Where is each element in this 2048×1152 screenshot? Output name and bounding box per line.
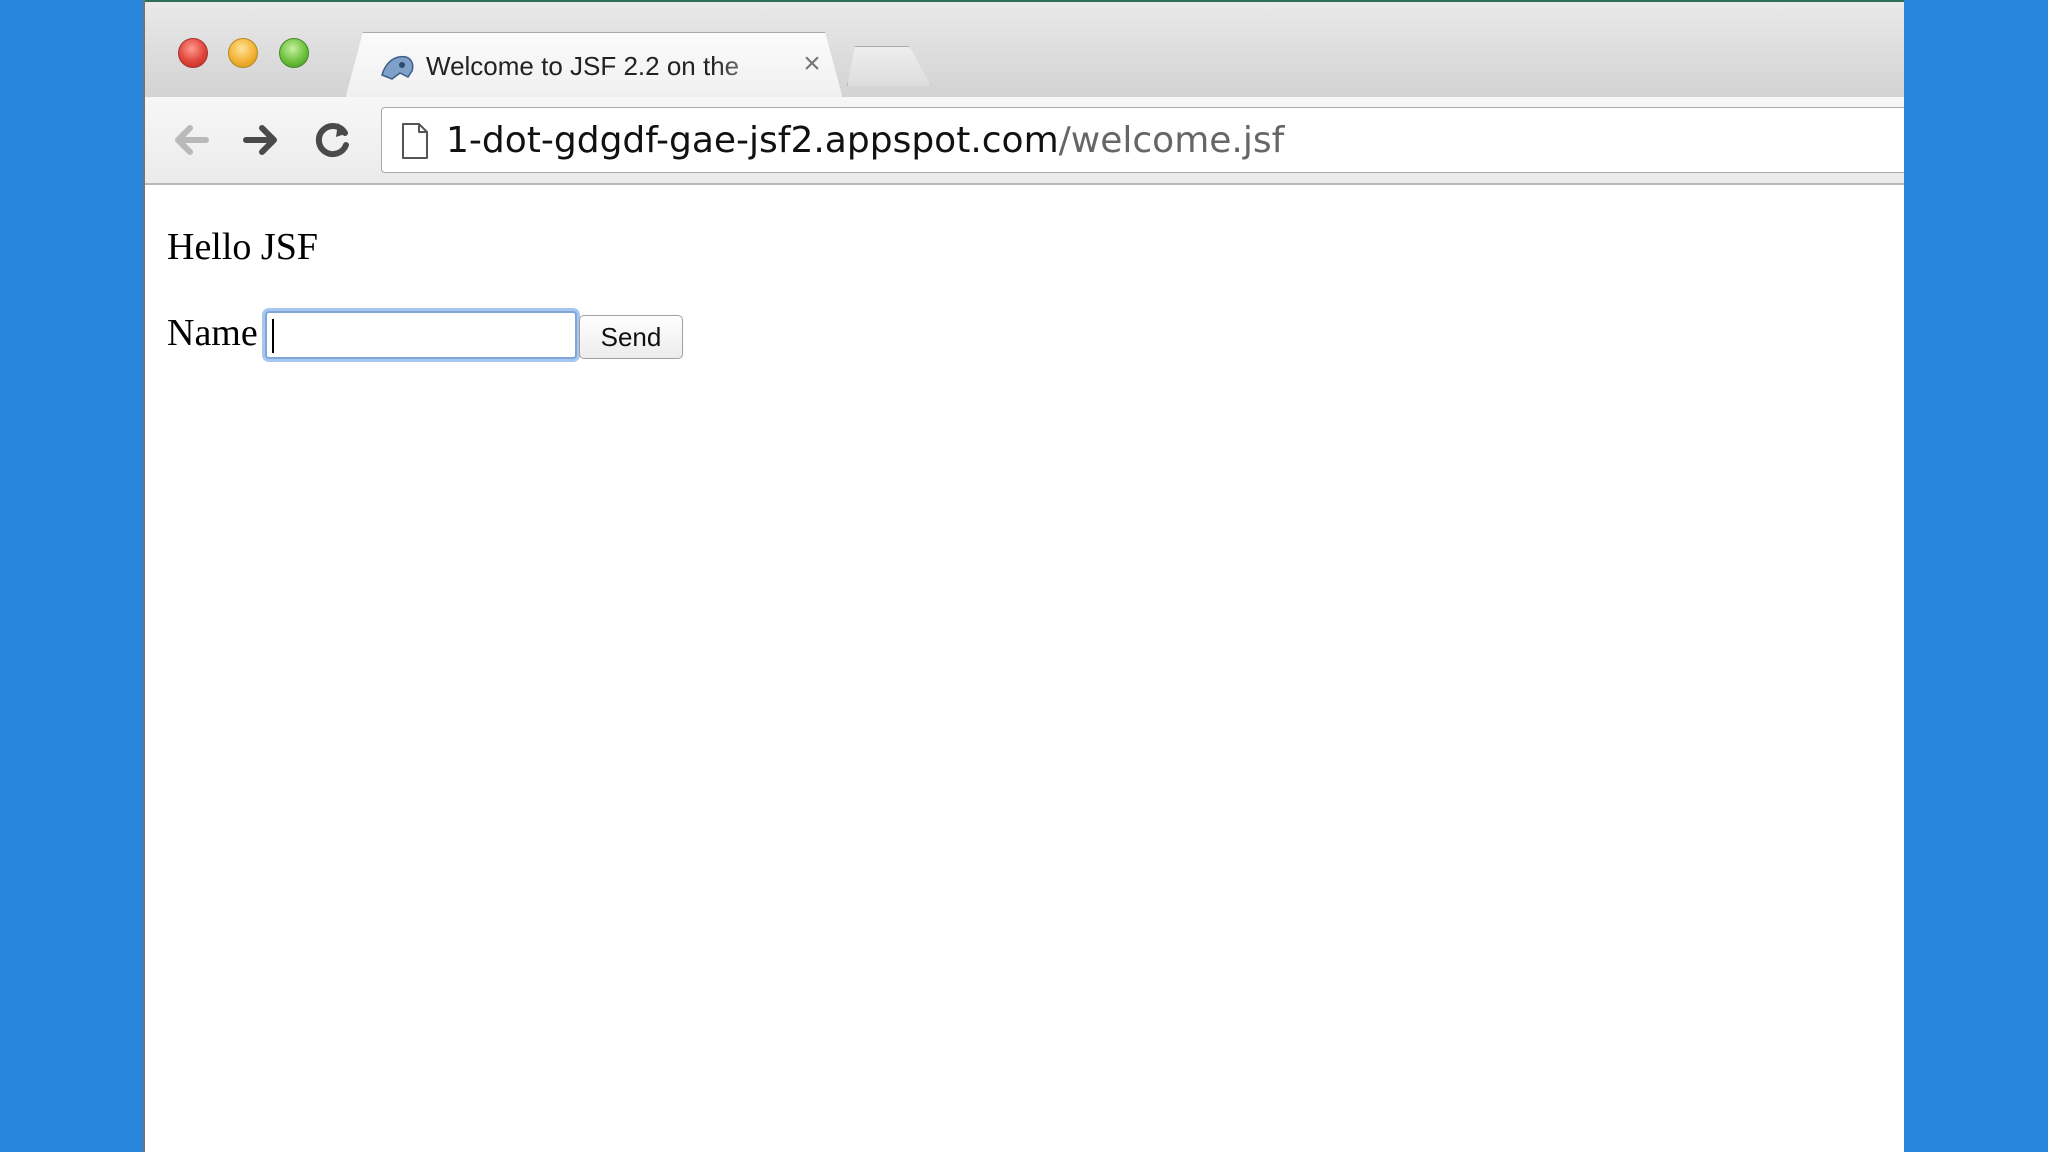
text-caret [272,319,274,353]
browser-tab[interactable]: Welcome to JSF 2.2 on the × [345,32,843,99]
title-bar: Welcome to JSF 2.2 on the × [145,0,1904,97]
send-button[interactable]: Send [579,315,683,359]
zoom-window-button[interactable] [279,38,309,68]
arrow-right-icon[interactable] [236,115,286,165]
page-heading: Hello JSF [167,226,318,268]
toolbar: 1-dot-gdgdf-gae-jsf2.appspot.com/welcome… [145,97,1904,185]
url-text[interactable]: 1-dot-gdgdf-gae-jsf2.appspot.com/welcome… [446,120,1284,162]
close-window-button[interactable] [178,38,208,68]
page-icon [402,123,428,159]
name-label: Name [167,312,258,354]
tab-title: Welcome to JSF 2.2 on the [426,51,740,81]
name-input[interactable] [265,311,577,359]
browser-window: Welcome to JSF 2.2 on the × 1-dot-gdgdf-… [143,0,1904,1152]
page-content: Hello JSF Name Send [145,187,1904,1152]
tab-close-icon[interactable]: × [798,49,826,79]
address-bar[interactable]: 1-dot-gdgdf-gae-jsf2.appspot.com/welcome… [381,107,1904,173]
minimize-window-button[interactable] [228,38,258,68]
arrow-left-icon[interactable] [166,115,216,165]
url-host: 1-dot-gdgdf-gae-jsf2.appspot.com [446,120,1059,161]
reload-icon[interactable] [308,115,358,165]
url-path: /welcome.jsf [1058,120,1285,161]
jsf-favicon-icon [378,49,418,83]
new-tab-icon[interactable] [847,46,931,86]
